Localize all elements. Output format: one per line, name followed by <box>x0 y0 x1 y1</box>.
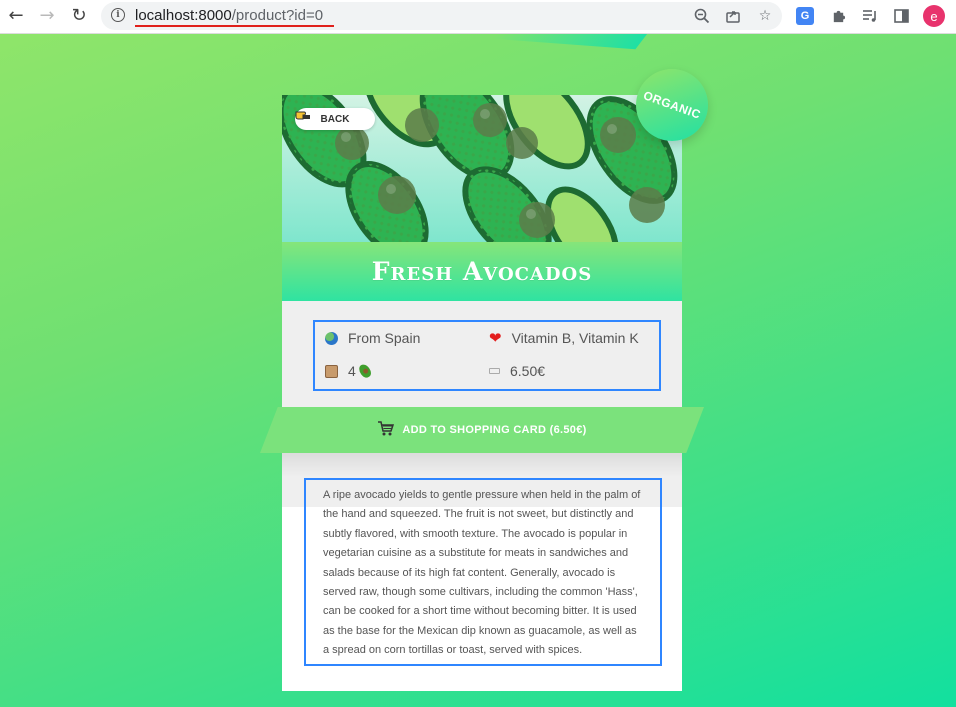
add-to-cart-content: ADD TO SHOPPING CARD (6.50€) <box>260 407 704 453</box>
puzzle-extensions-icon[interactable] <box>826 4 850 28</box>
back-button-label: BACK <box>320 113 350 125</box>
product-hero-image: BACK <box>282 95 682 242</box>
add-to-cart-button[interactable]: ADD TO SHOPPING CARD (6.50€) <box>260 407 704 453</box>
translate-icon[interactable]: G <box>796 7 814 25</box>
reading-list-icon[interactable] <box>858 4 882 28</box>
add-to-cart-label: ADD TO SHOPPING CARD (6.50€) <box>402 424 587 436</box>
url-underline-annotation <box>135 25 334 27</box>
site-info-icon[interactable]: i <box>111 8 125 22</box>
title-band: Fresh Avocados <box>282 242 682 301</box>
price-info: 6.50€ <box>489 361 545 381</box>
shopping-cart-icon <box>377 421 395 439</box>
pointing-hand-icon <box>295 111 310 120</box>
product-description: A ripe avocado yields to gentle pressure… <box>323 489 641 657</box>
origin-info: From Spain <box>325 328 420 348</box>
quantity-info: 4 <box>325 361 373 381</box>
avocado-icon <box>356 362 373 380</box>
organic-badge-label: ORGANIC <box>641 88 703 122</box>
profile-avatar[interactable]: e <box>923 5 945 27</box>
side-panel-icon[interactable] <box>889 4 913 28</box>
product-title: Fresh Avocados <box>371 257 593 286</box>
box-icon <box>325 364 338 378</box>
nutrients-info: ❤ Vitamin B, Vitamin K <box>489 328 639 348</box>
decorative-stripe <box>493 34 657 50</box>
heart-icon: ❤ <box>489 329 502 347</box>
globe-icon <box>325 331 338 345</box>
address-bar[interactable]: i localhost:8000/product?id=0 ☆ <box>101 2 782 30</box>
nutrients-text: Vitamin B, Vitamin K <box>511 330 639 346</box>
quantity-text: 4 <box>348 363 356 379</box>
share-icon[interactable] <box>722 5 744 27</box>
add-to-cart-shadow <box>282 453 682 477</box>
url-host: localhost:8000 <box>135 7 232 24</box>
reload-icon[interactable]: ↻ <box>66 3 92 29</box>
price-text: 6.50€ <box>510 363 546 379</box>
url-path: /product?id=0 <box>231 7 324 24</box>
back-arrow-icon[interactable]: ← <box>3 3 29 29</box>
zoom-out-icon[interactable] <box>691 5 713 27</box>
url-text[interactable]: localhost:8000/product?id=0 <box>135 7 323 25</box>
browser-toolbar: ← → ↻ i localhost:8000/product?id=0 ☆ G … <box>0 0 956 34</box>
bookmark-star-icon[interactable]: ☆ <box>754 5 776 27</box>
price-tag-icon <box>489 368 500 374</box>
forward-arrow-icon[interactable]: → <box>34 3 60 29</box>
origin-text: From Spain <box>348 330 421 346</box>
back-button[interactable]: BACK <box>295 108 375 130</box>
description-box: A ripe avocado yields to gentle pressure… <box>304 478 662 666</box>
product-card: BACK Fresh Avocados ORGANIC From Spain ❤… <box>260 69 708 691</box>
organic-badge: ORGANIC <box>636 69 708 141</box>
product-details-box: From Spain ❤ Vitamin B, Vitamin K 4 6.50… <box>313 320 661 391</box>
